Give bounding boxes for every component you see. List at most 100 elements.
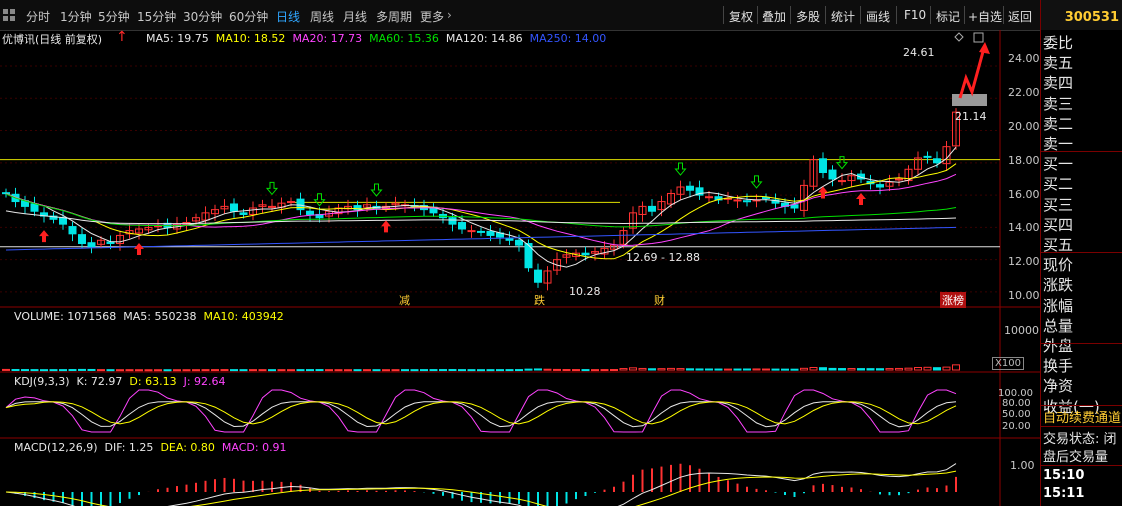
after-hours-volume: 盘后交易量	[1043, 450, 1109, 465]
event-label[interactable]: 涨榜	[940, 292, 966, 308]
low-price-label: 10.28	[569, 285, 601, 298]
volume-bar	[695, 368, 704, 371]
candle-body	[762, 197, 770, 200]
sell-signal-icon	[750, 175, 763, 189]
ma-legend-item: MA20: 17.73	[292, 32, 363, 45]
quote-row-label: 买二	[1043, 175, 1074, 194]
candle-body	[515, 239, 523, 246]
ma-legend-item: MA10: 18.52	[215, 32, 286, 45]
ma-legend-item: MA120: 14.86	[445, 32, 523, 45]
quote-row-label: 买三	[1043, 195, 1074, 214]
kdj-tick: 80.00	[1002, 398, 1031, 409]
event-label[interactable]: 减	[399, 292, 410, 308]
volume-bar	[87, 368, 96, 371]
volume-bar	[296, 369, 305, 372]
price-tick: 12.00	[1008, 255, 1040, 268]
volume-bar	[923, 366, 932, 371]
quote-row-label: 卖五	[1043, 54, 1074, 73]
auto-renew-promo[interactable]: 自动续费通道	[1043, 407, 1121, 426]
range-label: 12.69 - 12.88	[626, 251, 700, 264]
volume-bar	[524, 368, 533, 371]
volume-bar	[838, 368, 846, 371]
volume-bar	[572, 369, 580, 372]
volume-bar	[448, 369, 457, 372]
macd-legend: MACD(12,26,9) DIF: 1.25 DEA: 0.80 MACD: 0.9…	[14, 440, 294, 454]
volume-legend-item: MA10: 403942	[203, 310, 284, 323]
candle-body	[648, 205, 656, 212]
price-marker-box	[952, 94, 987, 106]
volume-bar	[676, 368, 685, 371]
candle-body	[534, 269, 542, 283]
kdj-tick: 50.00	[1002, 409, 1031, 420]
macd-legend-item: DEA: 0.80	[160, 441, 215, 454]
volume-tick: 10000	[1004, 324, 1039, 337]
volume-bar	[847, 368, 856, 371]
candle-body	[819, 158, 827, 174]
volume-legend-item: VOLUME: 1071568	[14, 310, 117, 323]
ma-legend-item: MA250: 14.00	[529, 32, 607, 45]
volume-legend-item: MA5: 550238	[123, 310, 197, 323]
volume-bar	[125, 369, 134, 372]
high-price-label: 24.61	[903, 46, 935, 59]
candle-body	[923, 155, 932, 158]
candle-body	[68, 226, 77, 235]
ma-legend-item: MA5: 19.75	[146, 32, 209, 45]
volume-bar	[771, 368, 780, 371]
quote-row-label: 换手	[1043, 357, 1074, 376]
quote-row-label: 买四	[1043, 215, 1074, 234]
moving-average-line	[5, 193, 957, 228]
volume-bar	[268, 369, 276, 372]
quote-row-label: 外盘	[1043, 337, 1074, 355]
volume-bar	[638, 367, 647, 371]
volume-bar	[477, 369, 485, 372]
price-tick: 18.00	[1008, 154, 1040, 167]
candle-body	[306, 210, 314, 215]
panel-toggle-icon	[973, 32, 984, 43]
volume-bar	[904, 367, 913, 371]
kline-chart[interactable]	[0, 0, 1040, 506]
ma-legend-item: MA60: 15.36	[369, 32, 439, 45]
event-label[interactable]: 跌	[534, 292, 545, 308]
candle-body	[467, 230, 476, 233]
volume-bar	[211, 369, 219, 372]
volume-bar	[895, 367, 903, 371]
volume-bar	[534, 368, 542, 371]
buy-signal-icon	[381, 220, 391, 233]
volume-bar	[553, 368, 561, 371]
volume-bar	[372, 369, 381, 372]
volume-bar	[30, 369, 39, 372]
volume-bar	[581, 369, 590, 372]
quote-row-label: 涨幅	[1043, 296, 1074, 315]
candle-body	[581, 252, 590, 256]
quote-row-label: 卖三	[1043, 94, 1074, 113]
volume-bar	[543, 368, 552, 371]
volume-bar	[106, 369, 115, 372]
kdj-legend-item: J: 92.64	[183, 375, 226, 388]
kdj-tick: 20.00	[1002, 421, 1031, 432]
volume-bar	[429, 369, 438, 372]
price-tick: 24.00	[1008, 52, 1040, 65]
kdj-d-line	[5, 401, 957, 425]
quote-row-label: 买一	[1043, 155, 1074, 174]
volume-bar	[420, 369, 428, 372]
volume-bar	[828, 367, 837, 371]
price-tick: 10.00	[1008, 289, 1040, 302]
volume-bar	[743, 368, 751, 371]
volume-bar	[562, 369, 571, 372]
volume-bar	[220, 369, 229, 372]
volume-bar	[78, 368, 86, 371]
volume-bar	[914, 367, 922, 371]
volume-bar	[391, 369, 400, 372]
volume-bar	[505, 369, 514, 372]
event-label[interactable]: 财	[654, 292, 665, 308]
volume-bar	[486, 369, 495, 372]
candle-body	[30, 203, 39, 212]
volume-bar	[866, 368, 875, 371]
volume-bar	[610, 369, 618, 372]
volume-bar	[752, 368, 761, 371]
macd-legend-item: MACD(12,26,9)	[14, 441, 98, 454]
volume-unit-badge: X100	[992, 357, 1024, 370]
volume-bar	[952, 364, 960, 371]
volume-bar	[629, 367, 637, 371]
trade-status: 交易状态: 闭	[1043, 432, 1117, 447]
